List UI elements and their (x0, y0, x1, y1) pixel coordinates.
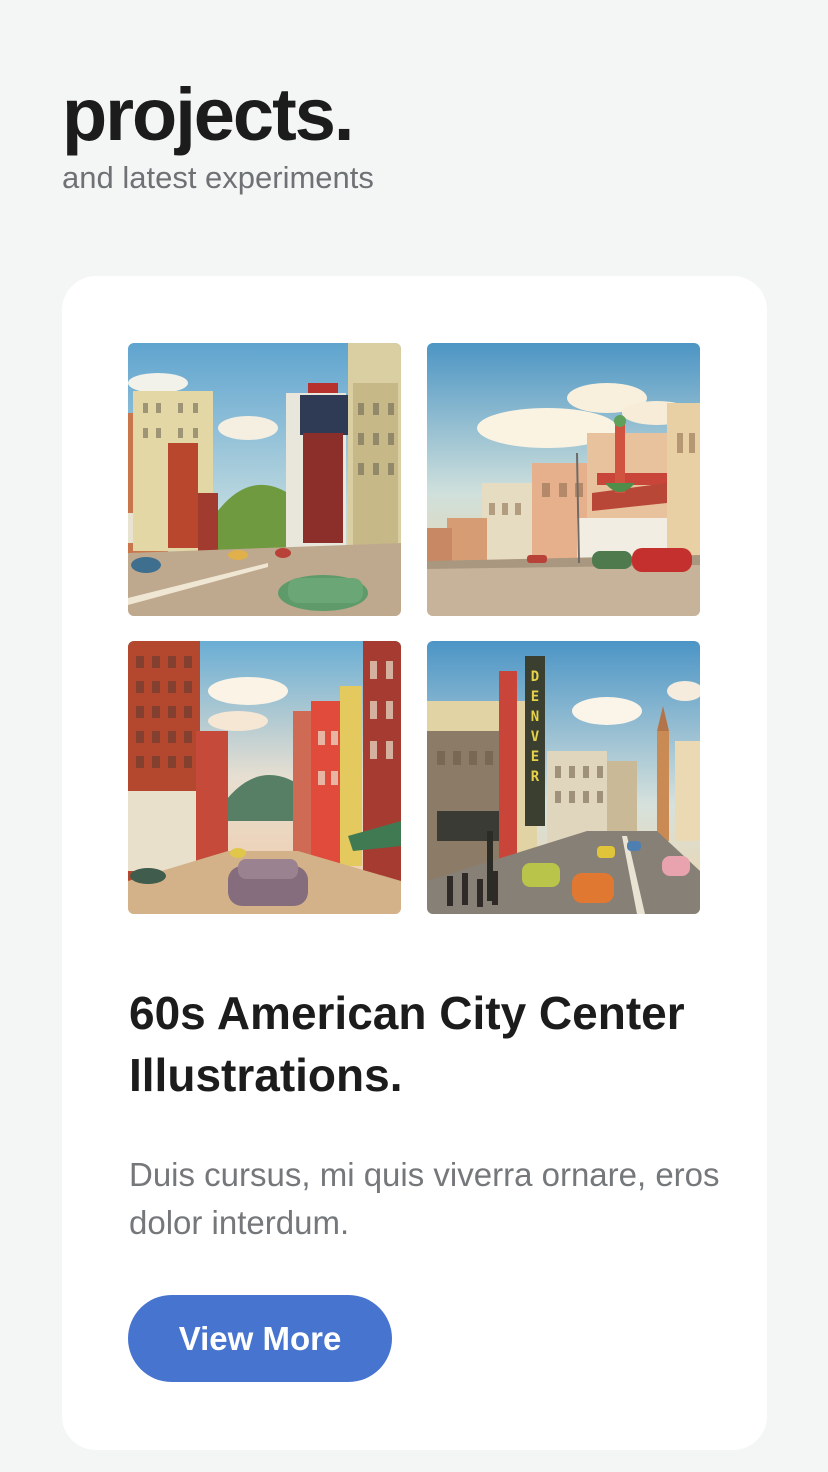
svg-text:N: N (531, 709, 539, 725)
project-image-3[interactable] (128, 641, 401, 914)
svg-text:R: R (531, 769, 540, 785)
page-title: projects. (62, 73, 354, 156)
page-subtitle: and latest experiments (62, 160, 374, 195)
view-more-button[interactable]: View More (128, 1295, 392, 1382)
project-image-gallery: D E N V E R (128, 343, 700, 914)
page-header: projects. and latest experiments (62, 70, 374, 198)
project-image-4[interactable]: D E N V E R (427, 641, 700, 914)
project-title: 60s American City Center Illustrations. (129, 987, 685, 1101)
svg-text:V: V (531, 729, 540, 745)
project-image-2[interactable] (427, 343, 700, 616)
project-description: Duis cursus, mi quis viverra ornare, ero… (129, 1156, 720, 1241)
svg-text:D: D (531, 669, 539, 685)
svg-text:E: E (531, 749, 539, 765)
project-image-1[interactable] (128, 343, 401, 616)
project-card: D E N V E R 60s American City Center Ill… (62, 276, 767, 1450)
svg-text:E: E (531, 689, 539, 705)
